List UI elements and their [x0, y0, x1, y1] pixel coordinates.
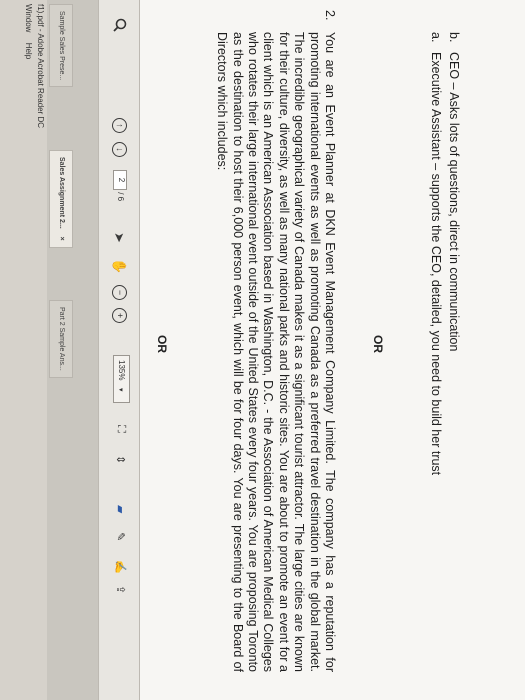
title-bar: f1).pdf - Adobe Acrobat Reader DC Window…: [0, 0, 47, 700]
previous-page-icon[interactable]: ↑: [112, 118, 127, 133]
app-title: f1).pdf - Adobe Acrobat Reader DC: [36, 4, 45, 129]
answer-options: a. Executive Assistant – supports the CEO…: [393, 32, 503, 672]
menu-item-window[interactable]: Window: [24, 4, 33, 32]
tab-close-icon[interactable]: ×: [58, 237, 65, 241]
share-icon[interactable]: ⇪: [114, 585, 127, 594]
tab-label: Sales Assignment 2...: [58, 157, 65, 229]
or-separator-top: OR: [155, 335, 169, 353]
menu-bar: Window Help: [24, 4, 33, 67]
chevron-down-icon: ▼: [117, 386, 123, 393]
option-text: Executive Assistant – supports the CEO, …: [429, 52, 443, 476]
or-separator-bottom: OR: [371, 335, 385, 353]
option-text: CEO – Asks lots of questions, direct in …: [447, 52, 461, 352]
question-2: 2. You are an Event Planner at DKN Event…: [214, 10, 337, 672]
menu-item-help[interactable]: Help: [24, 43, 33, 59]
zoom-out-icon[interactable]: −: [112, 285, 127, 300]
zoom-value: 135%: [117, 360, 126, 381]
tab-part2-sample[interactable]: Part 2 Sample Ans...: [49, 300, 73, 378]
search-icon[interactable]: [110, 18, 127, 32]
page-number-input[interactable]: 2: [113, 170, 127, 190]
photo-frame: f1).pdf - Adobe Acrobat Reader DC Window…: [0, 0, 525, 700]
toolbar: ↑ ↓ 2 / 6 ➤ ✋ − + 135% ▼ ⛶ ⇕ ▰ ✎ ✍ ⇪: [98, 0, 140, 700]
sign-icon[interactable]: ✍: [114, 560, 127, 574]
document-page: OR 2. You are an Event Planner at DKN Ev…: [140, 0, 525, 700]
comment-icon[interactable]: ▰: [114, 505, 127, 513]
tab-bar: Sample Sales Prese... Sales Assignment 2…: [47, 0, 100, 700]
option-a: a. Executive Assistant – supports the CEO…: [428, 32, 443, 652]
scroll-mode-icon[interactable]: ⇕: [114, 455, 127, 464]
zoom-select[interactable]: 135% ▼: [113, 355, 130, 403]
select-cursor-icon[interactable]: ➤: [111, 232, 127, 243]
tab-sample-sales[interactable]: Sample Sales Prese...: [49, 4, 73, 88]
zoom-in-icon[interactable]: +: [112, 308, 127, 323]
pen-icon[interactable]: ✎: [114, 532, 127, 541]
hand-tool-icon[interactable]: ✋: [111, 258, 127, 274]
option-letter: a.: [429, 32, 443, 43]
question-number: 2.: [323, 10, 337, 21]
tab-sales-assignment[interactable]: Sales Assignment 2... ×: [49, 150, 73, 248]
monitor-screen: f1).pdf - Adobe Acrobat Reader DC Window…: [0, 0, 525, 700]
fit-page-icon[interactable]: ⛶: [114, 425, 127, 433]
option-letter: b.: [447, 32, 461, 43]
page-total: / 6: [115, 192, 125, 202]
question-text: You are an Event Planner at DKN Event Ma…: [215, 32, 337, 672]
option-b: b. CEO – Asks lots of questions, direct i…: [446, 32, 461, 652]
page-indicator: 2 / 6: [113, 170, 127, 201]
next-page-icon[interactable]: ↓: [112, 142, 127, 157]
